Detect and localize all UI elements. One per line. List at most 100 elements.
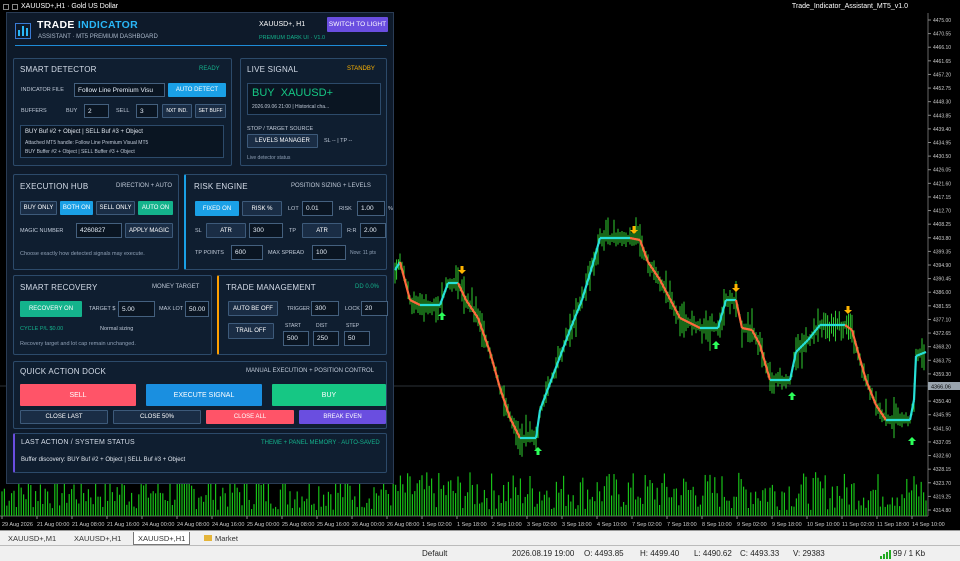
- dist-input[interactable]: 250: [313, 331, 339, 346]
- sell-button[interactable]: SELL: [20, 384, 136, 406]
- price-tick-label: 4408.25: [933, 222, 951, 228]
- trigger-input[interactable]: 300: [311, 301, 339, 316]
- time-tick-label: 21 Aug 08:00: [72, 522, 104, 528]
- price-tick-label: 4448.30: [933, 100, 951, 106]
- target-label: TARGET $: [89, 306, 116, 312]
- price-tick-label: 4426.05: [933, 168, 951, 174]
- status-open: O: 4493.85: [584, 549, 624, 558]
- both-on-button[interactable]: BOTH ON: [60, 201, 93, 215]
- sl-input[interactable]: 300: [249, 223, 283, 238]
- tab-xauusd-m1[interactable]: XAUUSD+,M1: [4, 532, 60, 545]
- price-tick-label: 4434.95: [933, 141, 951, 147]
- price-tick-label: 4377.10: [933, 317, 951, 323]
- price-tick-label: 4332.60: [933, 454, 951, 460]
- start-input[interactable]: 500: [283, 331, 309, 346]
- buy-only-button[interactable]: BUY ONLY: [20, 201, 57, 215]
- follow-line-segment: [592, 237, 602, 261]
- follow-line-segment: [864, 379, 878, 406]
- quick-action-dock: QUICK ACTION DOCK MANUAL EXECUTION + POS…: [13, 361, 387, 429]
- price-tick-label: 4368.20: [933, 345, 951, 351]
- live-signal-section: LIVE SIGNAL STANDBY BUY XAUUSD+ 2026.09.…: [240, 58, 387, 166]
- apply-magic-button[interactable]: APPLY MAGIC: [125, 223, 173, 238]
- auto-on-button[interactable]: AUTO ON: [138, 201, 173, 215]
- fixed-on-button[interactable]: FIXED ON: [195, 201, 239, 216]
- buy-buffer-input[interactable]: 2: [84, 104, 109, 118]
- time-tick-label: 25 Aug 08:00: [282, 522, 314, 528]
- levels-manager-button[interactable]: LEVELS MANAGER: [247, 134, 318, 148]
- indicator-file-input[interactable]: Follow Line Premium Visu: [74, 83, 165, 97]
- follow-line-segment: [908, 399, 916, 421]
- price-tick-label: 4475.00: [933, 18, 951, 24]
- trigger-label: TRIGGER: [287, 306, 310, 312]
- signal-note: Live detector status: [247, 155, 291, 161]
- theme-label: PREMIUM DARK UI · V1.0: [259, 35, 326, 41]
- target-input[interactable]: 5.00: [118, 301, 155, 317]
- lock-input[interactable]: 20: [361, 301, 388, 316]
- risk-label: RISK: [339, 206, 352, 212]
- lot-label: LOT: [288, 206, 299, 212]
- brand-trade: TRADE: [37, 19, 75, 31]
- price-tick-label: 4314.80: [933, 508, 951, 514]
- logo-icon: [15, 23, 31, 39]
- chart-type-icon: [12, 3, 18, 10]
- signal-time: 2026.09.06 21:00 | Historical cha...: [252, 104, 330, 110]
- lot-input[interactable]: 0.01: [302, 201, 333, 216]
- tab-market[interactable]: Market: [200, 532, 242, 545]
- follow-line-segment: [438, 282, 450, 306]
- time-tick-label: 25 Aug 16:00: [317, 522, 349, 528]
- max-lot-input[interactable]: 50.00: [185, 301, 209, 317]
- next-indicator-button[interactable]: NXT IND.: [162, 104, 192, 118]
- trail-off-button[interactable]: TRAIL OFF: [228, 323, 274, 339]
- tab-xauusd-h1[interactable]: XAUUSD+,H1: [70, 532, 125, 545]
- price-tick-label: 4323.70: [933, 481, 951, 487]
- last-action-title: LAST ACTION / SYSTEM STATUS: [21, 439, 135, 446]
- rr-input[interactable]: 2.00: [360, 223, 386, 238]
- max-spread-input[interactable]: 100: [312, 245, 346, 260]
- auto-detect-button[interactable]: AUTO DETECT: [168, 83, 226, 97]
- tp-points-label: TP POINTS: [195, 250, 224, 256]
- sell-arrow-icon: [458, 266, 466, 274]
- price-tick-label: 4403.80: [933, 236, 951, 242]
- buy-button[interactable]: BUY: [272, 384, 386, 406]
- price-tick-label: 4328.15: [933, 467, 951, 473]
- buy-arrow-icon: [712, 341, 720, 349]
- tab-xauusd-h1-active[interactable]: XAUUSD+,H1: [133, 532, 191, 545]
- drawdown-status: DD 0.0%: [355, 284, 380, 290]
- switch-light-button[interactable]: SWITCH TO LIGHT: [327, 17, 388, 32]
- magic-input[interactable]: 4260827: [76, 223, 122, 238]
- max-spread-label: MAX SPREAD: [268, 250, 305, 256]
- sell-only-button[interactable]: SELL ONLY: [96, 201, 135, 215]
- tp-points-input[interactable]: 600: [231, 245, 263, 260]
- sell-buffer-input[interactable]: 3: [136, 104, 158, 118]
- risk-percent-button[interactable]: RISK %: [242, 201, 282, 216]
- recovery-on-button[interactable]: RECOVERY ON: [20, 301, 82, 317]
- time-tick-label: 29 Aug 2026: [2, 522, 33, 528]
- close-50-button[interactable]: CLOSE 50%: [113, 410, 201, 424]
- close-last-button[interactable]: CLOSE LAST: [20, 410, 108, 424]
- close-all-button[interactable]: CLOSE ALL: [206, 410, 294, 424]
- detector-status: READY: [199, 66, 220, 72]
- follow-line-segment: [498, 387, 512, 419]
- time-tick-label: 1 Sep 02:00: [422, 522, 452, 528]
- exec-title: EXECUTION HUB: [20, 182, 89, 191]
- signal-title: LIVE SIGNAL: [247, 65, 299, 74]
- time-tick-label: 9 Sep 18:00: [772, 522, 802, 528]
- risk-input[interactable]: 1.00: [357, 201, 385, 216]
- trade-title: TRADE MANAGEMENT: [226, 283, 316, 292]
- rr-label: R:R: [347, 228, 357, 234]
- execute-signal-button[interactable]: EXECUTE SIGNAL: [146, 384, 262, 406]
- exec-sub: DIRECTION + AUTO: [116, 183, 173, 189]
- tp-label: TP: [289, 228, 297, 234]
- price-tick-label: 4319.25: [933, 494, 951, 500]
- set-buffer-button[interactable]: SET BUFF: [195, 104, 226, 118]
- sl-mode-button[interactable]: ATR: [206, 223, 246, 238]
- smart-recovery-section: SMART RECOVERY MONEY TARGET RECOVERY ON …: [13, 275, 212, 355]
- symbol-label: XAUUSD+, H1: [259, 21, 306, 28]
- auto-be-button[interactable]: AUTO BE OFF: [228, 301, 278, 316]
- tp-mode-button[interactable]: ATR: [302, 223, 342, 238]
- break-even-button[interactable]: BREAK EVEN: [299, 410, 386, 424]
- step-input[interactable]: 50: [344, 331, 370, 346]
- sl-tp-readout: SL -- | TP --: [324, 138, 353, 144]
- follow-line-segment: [915, 350, 927, 358]
- indicator-file-label: INDICATOR FILE: [21, 87, 64, 93]
